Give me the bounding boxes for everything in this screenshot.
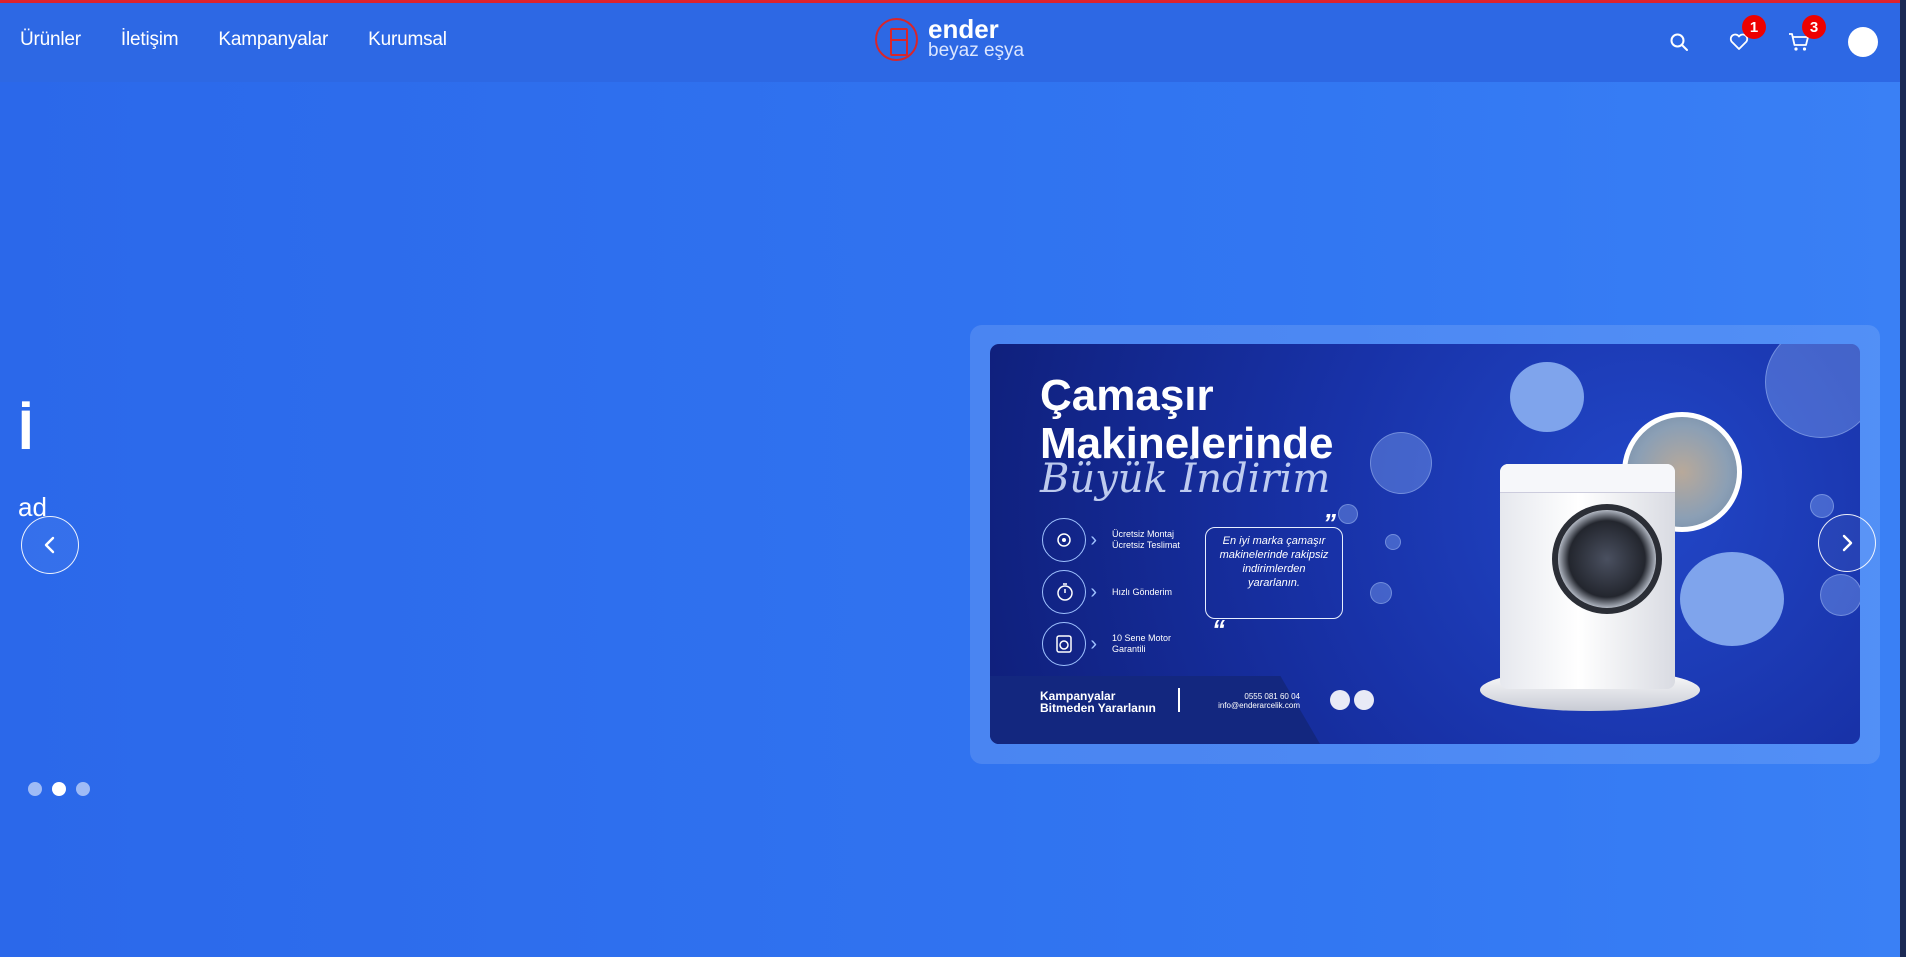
- feature-line: Ücretsiz Montaj: [1112, 529, 1175, 539]
- slider-next-button[interactable]: [1818, 514, 1876, 572]
- slider-prev-button[interactable]: [21, 516, 79, 574]
- slider-dots: [28, 782, 90, 796]
- nav-item-campaigns[interactable]: Kampanyalar: [218, 29, 328, 51]
- banner-email: info@enderarcelik.com: [1218, 701, 1300, 710]
- bubble: [1385, 534, 1401, 550]
- site-header: Ürünler İletişim Kampanyalar Kurumsal en…: [0, 3, 1906, 82]
- logo-icon: [875, 17, 918, 61]
- banner-script: Büyük İndirim: [1040, 456, 1331, 502]
- banner-title: Çamaşır Makinelerinde: [1040, 372, 1333, 468]
- contact-icons: [1330, 690, 1374, 710]
- wishlist-count-badge: 1: [1742, 15, 1766, 39]
- washing-machine-image: [1500, 464, 1675, 689]
- feature-item: › Ücretsiz Montaj Ücretsiz Teslimat: [1042, 518, 1180, 562]
- phone-icon: [1330, 690, 1350, 710]
- campaign-banner-image[interactable]: Çamaşır Makinelerinde Büyük İndirim › Üc…: [990, 344, 1860, 744]
- feature-line: Hızlı Gönderim: [1112, 586, 1173, 597]
- feature-item: › 10 Sene Motor Garantili: [1042, 622, 1180, 666]
- slide-title: İ: [18, 398, 34, 461]
- banner-footer: Kampanyalar Bitmeden Yararlanın 0555 081…: [990, 676, 1860, 744]
- quote-mark-icon: “: [1212, 614, 1225, 644]
- scrollbar[interactable]: [1900, 0, 1906, 957]
- bubble: [1765, 344, 1860, 438]
- site-logo[interactable]: ender beyaz eşya: [875, 14, 1025, 61]
- header-actions: 1 3: [1668, 15, 1878, 57]
- banner-title-line1: Çamaşır: [1040, 371, 1214, 420]
- washer-icon: ›: [1042, 622, 1097, 666]
- banner-footer-line2: Bitmeden Yararlanın: [1040, 701, 1156, 715]
- bubble: [1820, 574, 1860, 616]
- quote-text: En iyi marka çamaşır makinelerinde rakip…: [1219, 535, 1329, 589]
- bubble: [1370, 432, 1432, 494]
- feature-line: 10 Sene Motor: [1112, 633, 1172, 643]
- feature-line: Garantili: [1112, 644, 1146, 654]
- cart-count-badge: 3: [1802, 15, 1826, 39]
- speech-bubble: [1680, 552, 1784, 646]
- wishlist-button[interactable]: 1: [1728, 15, 1766, 53]
- nav-item-contact[interactable]: İletişim: [121, 29, 179, 51]
- bubble: [1370, 582, 1392, 604]
- speech-bubble: [1510, 362, 1584, 432]
- avatar[interactable]: [1848, 27, 1878, 57]
- logo-text: ender beyaz eşya: [928, 14, 1025, 61]
- quote-mark-icon: ”: [1323, 508, 1336, 538]
- stopwatch-icon: ›: [1042, 570, 1097, 614]
- chevron-right-icon: [1842, 534, 1853, 552]
- slider-dot[interactable]: [28, 782, 42, 796]
- search-button[interactable]: [1668, 31, 1690, 53]
- banner-contact: 0555 081 60 04 info@enderarcelik.com: [1190, 692, 1300, 710]
- nav-item-corporate[interactable]: Kurumsal: [368, 29, 447, 51]
- banner-quote: ” En iyi marka çamaşır makinelerinde rak…: [1205, 510, 1343, 642]
- slider-dot[interactable]: [76, 782, 90, 796]
- feature-item: › Hızlı Gönderim: [1042, 570, 1180, 614]
- logo-subtitle: beyaz eşya: [928, 40, 1025, 61]
- bubble: [1338, 504, 1358, 524]
- bubble: [1810, 494, 1834, 518]
- banner-phone: 0555 081 60 04: [1244, 692, 1300, 701]
- feature-line: Ücretsiz Teslimat: [1112, 540, 1180, 550]
- mail-icon: [1354, 690, 1374, 710]
- nav-item-products[interactable]: Ürünler: [20, 29, 81, 51]
- gear-icon: ›: [1042, 518, 1097, 562]
- hero-slider: İ ad Çamaşır Makinelerinde Büyük İndirim…: [0, 82, 1906, 957]
- slider-dot-active[interactable]: [52, 782, 66, 796]
- banner-features: › Ücretsiz Montaj Ücretsiz Teslimat › Hız…: [1042, 518, 1180, 674]
- chevron-left-icon: [44, 536, 55, 554]
- divider: [1178, 688, 1180, 712]
- banner-footer-text: Kampanyalar Bitmeden Yararlanın: [1040, 690, 1156, 714]
- search-icon: [1670, 33, 1688, 51]
- main-nav: Ürünler İletişim Kampanyalar Kurumsal: [20, 29, 447, 51]
- cart-button[interactable]: 3: [1788, 15, 1826, 53]
- logo-name: ender: [928, 14, 999, 44]
